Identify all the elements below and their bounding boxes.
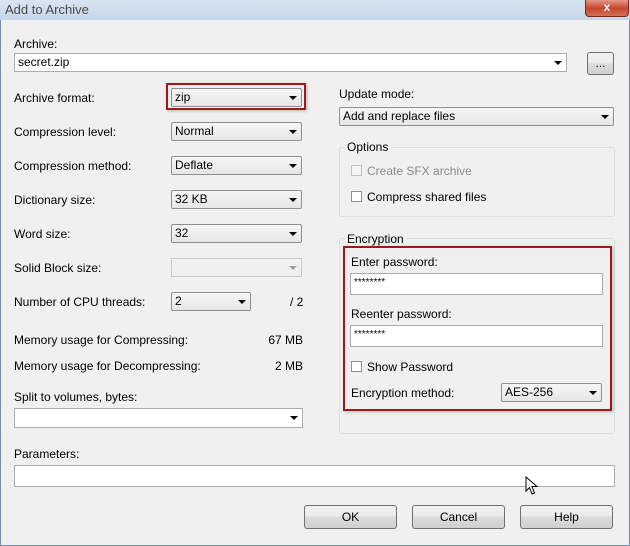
ok-label: OK: [341, 510, 360, 524]
cpu-threads-label: Number of CPU threads:: [14, 295, 146, 309]
archive-label: Archive:: [14, 37, 58, 51]
memory-decompress-label: Memory usage for Decompressing:: [14, 359, 201, 373]
browse-label: ...: [595, 56, 606, 70]
word-size-label: Word size:: [14, 227, 71, 241]
chevron-down-icon: [289, 198, 297, 202]
encryption-method-value: AES-256: [505, 385, 554, 399]
compression-level-label: Compression level:: [14, 125, 117, 139]
word-size-select[interactable]: 32: [171, 224, 302, 243]
reenter-password-label: Reenter password:: [351, 307, 452, 321]
chevron-down-icon: [289, 96, 297, 100]
split-volumes-label: Split to volumes, bytes:: [14, 390, 138, 404]
cancel-button[interactable]: Cancel: [412, 505, 505, 529]
create-sfx-checkbox: [351, 165, 362, 176]
compression-method-value: Deflate: [175, 158, 214, 172]
chevron-down-icon: [289, 164, 297, 168]
chevron-down-icon: [238, 300, 246, 304]
archive-path-combo[interactable]: secret.zip: [14, 53, 567, 72]
close-icon: x: [603, 0, 611, 14]
reenter-password-input[interactable]: ********: [350, 325, 603, 347]
update-mode-label: Update mode:: [339, 87, 415, 101]
help-button[interactable]: Help: [520, 505, 613, 529]
close-button[interactable]: x: [585, 0, 629, 17]
cancel-label: Cancel: [439, 510, 478, 524]
solid-block-size-select: [171, 258, 302, 277]
cpu-threads-max: / 2: [290, 295, 304, 309]
dictionary-size-label: Dictionary size:: [14, 193, 96, 207]
memory-compress-label: Memory usage for Compressing:: [14, 333, 189, 347]
cpu-threads-select[interactable]: 2: [171, 292, 251, 311]
browse-button[interactable]: ...: [587, 52, 614, 75]
cpu-threads-value: 2: [175, 294, 182, 308]
options-group: [339, 147, 615, 217]
compression-method-select[interactable]: Deflate: [171, 156, 302, 175]
compression-method-label: Compression method:: [14, 159, 132, 173]
encryption-legend: Encryption: [345, 232, 406, 246]
chevron-down-icon: [289, 130, 297, 134]
compress-shared-label: Compress shared files: [367, 190, 487, 204]
encryption-method-select[interactable]: AES-256: [501, 383, 602, 402]
mouse-cursor-icon: [525, 476, 539, 495]
archive-format-value: zip: [175, 90, 191, 104]
title-bar[interactable]: Add to Archive: [0, 0, 630, 20]
update-mode-value: Add and replace files: [343, 109, 456, 123]
show-password-checkbox[interactable]: [351, 361, 362, 372]
window-title: Add to Archive: [5, 2, 89, 17]
options-legend: Options: [345, 140, 391, 154]
enter-password-label: Enter password:: [351, 255, 438, 269]
memory-decompress-value: 2 MB: [274, 359, 303, 373]
enter-password-input[interactable]: ********: [350, 273, 603, 295]
ok-button[interactable]: OK: [304, 505, 397, 529]
show-password-label: Show Password: [367, 360, 454, 374]
archive-format-select[interactable]: zip: [171, 88, 302, 107]
create-sfx-label: Create SFX archive: [367, 164, 472, 178]
chevron-down-icon: [601, 115, 609, 119]
parameters-label: Parameters:: [14, 447, 80, 461]
archive-path-value: secret.zip: [18, 55, 70, 69]
compress-shared-checkbox[interactable]: [351, 191, 362, 202]
chevron-down-icon: [589, 391, 597, 395]
enter-password-value: ********: [354, 277, 386, 288]
split-volumes-combo[interactable]: [14, 408, 303, 428]
chevron-down-icon[interactable]: [290, 416, 298, 420]
compression-level-value: Normal: [175, 124, 214, 138]
dictionary-size-select[interactable]: 32 KB: [171, 190, 302, 209]
chevron-down-icon: [289, 266, 297, 270]
encryption-method-label: Encryption method:: [351, 386, 455, 400]
memory-compress-value: 67 MB: [268, 333, 303, 347]
compression-level-select[interactable]: Normal: [171, 122, 302, 141]
chevron-down-icon[interactable]: [554, 61, 562, 65]
reenter-password-value: ********: [354, 329, 386, 340]
update-mode-select[interactable]: Add and replace files: [339, 107, 614, 126]
archive-format-label: Archive format:: [14, 91, 95, 105]
word-size-value: 32: [175, 226, 189, 240]
solid-block-size-label: Solid Block size:: [14, 261, 102, 275]
chevron-down-icon: [289, 232, 297, 236]
dictionary-size-value: 32 KB: [175, 192, 208, 206]
help-label: Help: [554, 510, 579, 524]
